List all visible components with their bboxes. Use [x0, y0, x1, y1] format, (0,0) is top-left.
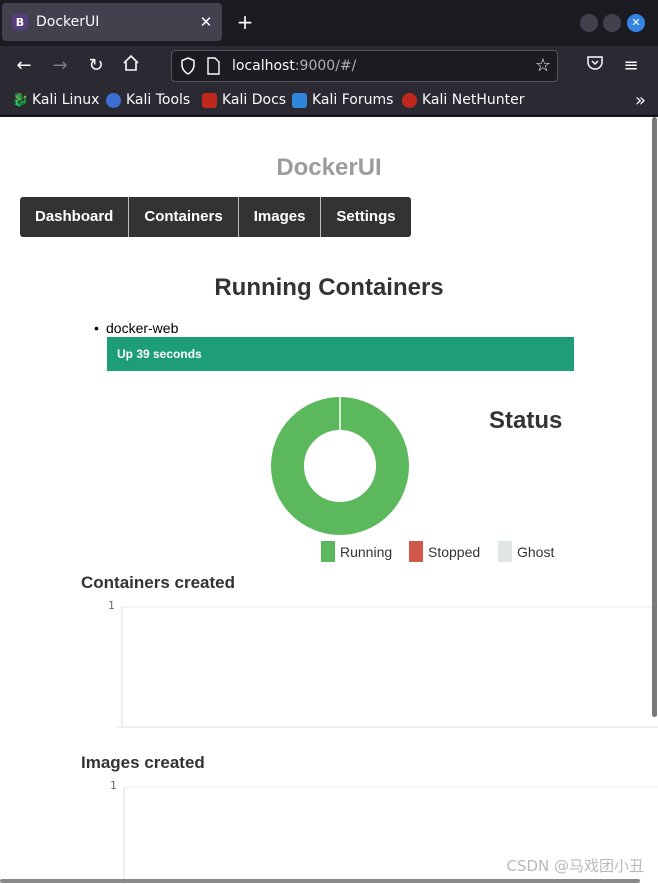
forward-arrow-icon[interactable]: →	[48, 54, 72, 78]
kali-nethunter-icon	[402, 92, 417, 108]
list-bullet: •	[94, 320, 99, 336]
scrollbar-thumb[interactable]	[652, 117, 657, 717]
menu-item-images[interactable]: Images	[239, 197, 322, 237]
bookmark-label: Kali Docs	[222, 92, 287, 108]
menu-item-settings[interactable]: Settings	[321, 197, 410, 237]
page-content: DockerUI Dashboard Containers Images Set…	[0, 117, 658, 884]
container-name-link[interactable]: docker-web	[106, 320, 178, 336]
running-containers-heading: Running Containers	[214, 274, 444, 301]
main-menu: Dashboard Containers Images Settings	[20, 197, 411, 237]
bookmark-kali-docs[interactable]: Kali Docs	[202, 92, 286, 108]
container-list-item: • docker-web	[94, 320, 178, 336]
bookmark-kali-tools[interactable]: Kali Tools	[106, 92, 190, 108]
images-created-heading: Images created	[81, 753, 205, 772]
kali-tools-icon	[106, 92, 121, 108]
close-window-button[interactable]: ✕	[627, 14, 645, 32]
bookmarks-overflow-chevron-icon[interactable]: »	[635, 90, 646, 111]
container-status-bar: Up 39 seconds	[107, 337, 574, 371]
home-icon[interactable]	[119, 54, 143, 78]
legend-stopped: Stopped	[409, 541, 480, 562]
back-arrow-icon[interactable]: ←	[12, 54, 36, 78]
bookmark-label: Kali Linux	[32, 92, 100, 108]
bookmarks-bar: 🐉 Kali Linux Kali Tools Kali Docs Kali F…	[0, 86, 658, 116]
legend-swatch-ghost	[498, 541, 512, 562]
bookmark-kali-linux[interactable]: 🐉 Kali Linux	[12, 92, 99, 108]
new-tab-button[interactable]: +	[234, 10, 256, 34]
url-path: :9000/#/	[294, 58, 357, 74]
kali-forums-icon	[292, 92, 307, 108]
vertical-scrollbar[interactable]	[651, 117, 658, 847]
bookmark-kali-forums[interactable]: Kali Forums	[292, 92, 393, 108]
legend-swatch-running	[321, 541, 335, 562]
legend-label: Running	[340, 543, 393, 560]
bookmark-label: Kali NetHunter	[422, 92, 525, 108]
legend-ghost: Ghost	[498, 541, 554, 562]
containers-created-heading: Containers created	[81, 573, 235, 592]
legend-running: Running	[321, 541, 392, 562]
status-heading: Status	[489, 407, 563, 434]
status-donut-chart	[271, 397, 409, 535]
menu-item-containers[interactable]: Containers	[129, 197, 239, 237]
maximize-window-button[interactable]	[603, 14, 621, 32]
tab-title: DockerUI	[36, 14, 100, 30]
legend-label: Ghost	[517, 543, 555, 560]
app-brand-title[interactable]: DockerUI	[0, 154, 658, 182]
tab-strip: B DockerUI ✕ + ✕	[0, 0, 658, 46]
close-tab-icon[interactable]: ✕	[196, 13, 216, 31]
bookmark-label: Kali Tools	[126, 92, 191, 108]
bookmark-kali-nethunter[interactable]: Kali NetHunter	[402, 92, 524, 108]
bookmark-star-icon[interactable]: ☆	[535, 55, 551, 76]
csdn-watermark: CSDN @马戏团小丑	[506, 857, 644, 875]
minimize-window-button[interactable]	[580, 14, 598, 32]
address-bar[interactable]: localhost:9000/#/ ☆	[171, 50, 558, 82]
legend-label: Stopped	[428, 543, 481, 560]
horizontal-scrollbar[interactable]	[0, 879, 640, 883]
url-host: localhost	[232, 58, 295, 74]
legend-swatch-stopped	[409, 541, 423, 562]
bookmark-label: Kali Forums	[312, 92, 394, 108]
reload-icon[interactable]: ↻	[84, 54, 108, 78]
pocket-icon[interactable]	[583, 54, 607, 78]
shield-icon[interactable]	[180, 57, 196, 79]
kali-docs-icon	[202, 92, 217, 108]
browser-tab[interactable]: B DockerUI ✕	[2, 3, 222, 41]
containers-axis-tick: 1	[108, 599, 115, 612]
url-text: localhost:9000/#/	[232, 58, 356, 74]
page-info-icon[interactable]	[206, 57, 220, 79]
bootstrap-favicon-icon: B	[12, 14, 28, 30]
navigation-toolbar: ← → ↻ localhost:9000/#/ ☆ ≡	[0, 46, 658, 86]
menu-hamburger-icon[interactable]: ≡	[619, 54, 643, 78]
kali-dragon-icon: 🐉	[12, 92, 29, 108]
containers-created-chart	[116, 606, 658, 728]
images-axis-tick: 1	[110, 779, 117, 792]
menu-item-dashboard[interactable]: Dashboard	[20, 197, 130, 237]
